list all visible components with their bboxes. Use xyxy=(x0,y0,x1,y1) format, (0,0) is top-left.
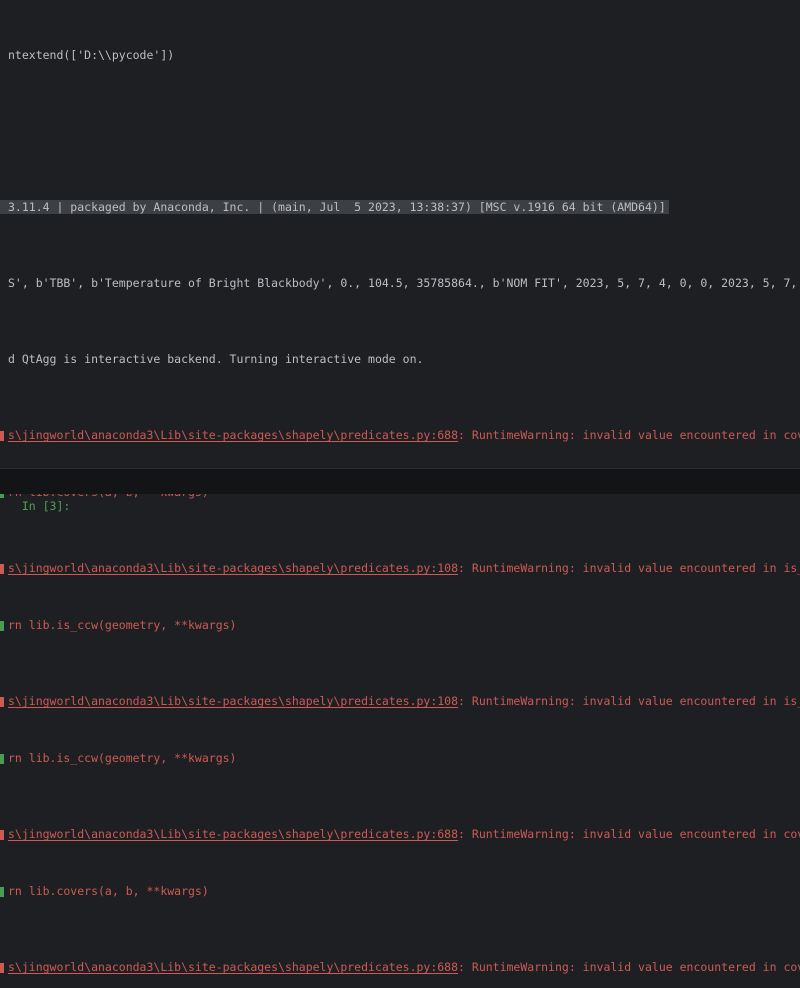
stderr-text: rn lib.covers(a, b, **kwargs) xyxy=(8,884,209,898)
clipped-char-fragment xyxy=(0,830,4,840)
console-line-warning: s\jingworld\anaconda3\Lib\site-packages\… xyxy=(0,426,800,445)
console-line-warning-code: rn lib.covers(a, b, **kwargs) xyxy=(0,882,800,901)
console-line: S', b'TBB', b'Temperature of Bright Blac… xyxy=(0,274,800,293)
stderr-text: : RuntimeWarning: invalid value encounte… xyxy=(458,827,800,841)
clipped-char-fragment xyxy=(0,697,4,707)
console-line-warning-code: rn lib.is_ccw(geometry, **kwargs) xyxy=(0,749,800,768)
clipped-char-fragment xyxy=(0,431,4,441)
stderr-text: : RuntimeWarning: invalid value encounte… xyxy=(458,960,800,974)
console-input-line[interactable]: In [3]: xyxy=(0,468,800,494)
stdout-text: d QtAgg is interactive backend. Turning … xyxy=(8,352,423,366)
stderr-text: : RuntimeWarning: invalid value encounte… xyxy=(458,561,800,575)
clipped-char-fragment xyxy=(0,621,4,631)
file-link[interactable]: s\jingworld\anaconda3\Lib\site-packages\… xyxy=(8,428,458,442)
stderr-text: : RuntimeWarning: invalid value encounte… xyxy=(458,428,800,442)
console-line-warning: s\jingworld\anaconda3\Lib\site-packages\… xyxy=(0,958,800,977)
stderr-text: rn lib.is_ccw(geometry, **kwargs) xyxy=(8,618,236,632)
file-link[interactable]: s\jingworld\anaconda3\Lib\site-packages\… xyxy=(8,694,458,708)
selected-text: 3.11.4 | packaged by Anaconda, Inc. | (m… xyxy=(8,200,669,214)
console-line-warning-code: rn lib.is_ccw(geometry, **kwargs) xyxy=(0,616,800,635)
console-line-blank xyxy=(0,122,800,141)
clipped-char-fragment xyxy=(0,887,4,897)
file-link[interactable]: s\jingworld\anaconda3\Lib\site-packages\… xyxy=(8,827,458,841)
stderr-text: rn lib.is_ccw(geometry, **kwargs) xyxy=(8,751,236,765)
console-line-warning: s\jingworld\anaconda3\Lib\site-packages\… xyxy=(0,825,800,844)
clipped-char-fragment xyxy=(0,754,4,764)
console-line-python-version: 3.11.4 | packaged by Anaconda, Inc. | (m… xyxy=(0,198,800,217)
file-link[interactable]: s\jingworld\anaconda3\Lib\site-packages\… xyxy=(8,561,458,575)
stdout-text: ntextend(['D:\\pycode']) xyxy=(8,48,174,62)
ipython-prompt: In [3]: xyxy=(22,499,70,513)
console-line-warning: s\jingworld\anaconda3\Lib\site-packages\… xyxy=(0,559,800,578)
clipped-char-fragment xyxy=(0,963,4,973)
console-line: ntextend(['D:\\pycode']) xyxy=(0,46,800,65)
python-console-output[interactable]: ntextend(['D:\\pycode']) 3.11.4 | packag… xyxy=(0,0,800,988)
file-link[interactable]: s\jingworld\anaconda3\Lib\site-packages\… xyxy=(8,960,458,974)
stdout-text: S', b'TBB', b'Temperature of Bright Blac… xyxy=(8,276,797,290)
console-line-warning: s\jingworld\anaconda3\Lib\site-packages\… xyxy=(0,692,800,711)
clipped-char-fragment xyxy=(0,564,4,574)
console-line: d QtAgg is interactive backend. Turning … xyxy=(0,350,800,369)
stderr-text: : RuntimeWarning: invalid value encounte… xyxy=(458,694,800,708)
